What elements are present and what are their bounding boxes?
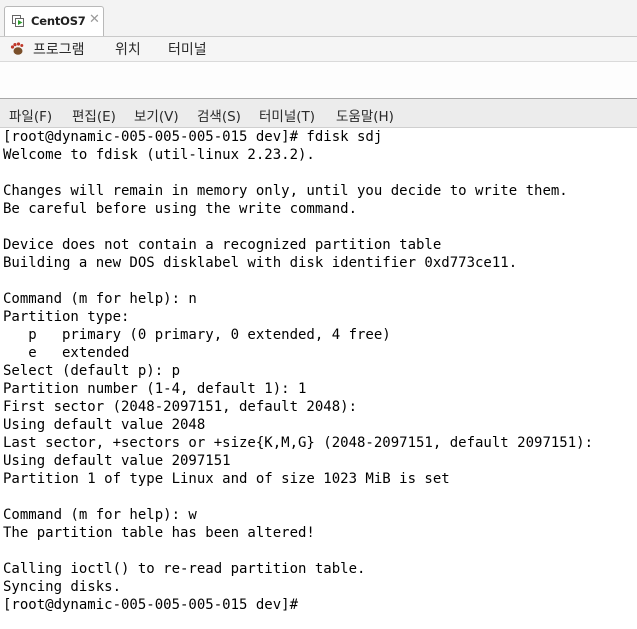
gnome-foot-icon xyxy=(10,42,24,55)
terminal-line: Partition 1 of type Linux and of size 10… xyxy=(3,471,450,487)
menu-help[interactable]: 도움말(H) xyxy=(336,105,394,125)
menu-search[interactable]: 검색(S) xyxy=(197,105,241,125)
terminal-line: Changes will remain in memory only, unti… xyxy=(3,183,568,199)
panel-menu-terminal[interactable]: 터미널 xyxy=(168,39,207,59)
terminal-line: Be careful before using the write comman… xyxy=(3,201,358,217)
terminal-line: Command (m for help): w xyxy=(3,507,197,523)
terminal-line: First sector (2048-2097151, default 2048… xyxy=(3,399,358,415)
terminal-line: Using default value 2048 xyxy=(3,417,206,433)
close-icon[interactable]: ✕ xyxy=(89,12,100,27)
terminal-line: Select (default p): p xyxy=(3,363,181,379)
terminal-line: e extended xyxy=(3,345,130,361)
terminal-prompt-line: [root@dynamic-005-005-005-015 dev]# xyxy=(3,597,299,613)
terminal-line: p primary (0 primary, 0 extended, 4 free… xyxy=(3,327,391,343)
terminal-line: Building a new DOS disklabel with disk i… xyxy=(3,255,518,271)
vm-icon xyxy=(12,15,24,27)
terminal-line: Calling ioctl() to re-read partition tab… xyxy=(3,561,366,577)
terminal-line: The partition table has been altered! xyxy=(3,525,315,541)
panel-menu-places[interactable]: 위치 xyxy=(115,39,141,59)
vm-tab-label: CentOS7 xyxy=(31,14,86,28)
terminal-line: Partition type: xyxy=(3,309,130,325)
vm-tab-strip: CentOS7 ✕ xyxy=(0,0,637,37)
terminal-line: Device does not contain a recognized par… xyxy=(3,237,442,253)
terminal-output[interactable]: [root@dynamic-005-005-005-015 dev]# fdis… xyxy=(0,128,637,629)
gnome-top-panel: 프로그램 위치 터미널 xyxy=(0,37,637,62)
menu-view[interactable]: 보기(V) xyxy=(134,105,179,125)
terminal-line: Syncing disks. xyxy=(3,579,122,595)
terminal-line: Using default value 2097151 xyxy=(3,453,231,469)
terminal-line: Welcome to fdisk (util-linux 2.23.2). xyxy=(3,147,315,163)
terminal-line: [root@dynamic-005-005-005-015 dev]# fdis… xyxy=(3,129,383,145)
terminal-line: Command (m for help): n xyxy=(3,291,197,307)
vm-tab-centos7[interactable]: CentOS7 ✕ xyxy=(4,6,104,36)
terminal-menubar: 파일(F) 편집(E) 보기(V) 검색(S) 터미널(T) 도움말(H) xyxy=(0,99,637,128)
menu-terminal[interactable]: 터미널(T) xyxy=(259,105,315,125)
terminal-line: Partition number (1-4, default 1): 1 xyxy=(3,381,307,397)
panel-menu-applications[interactable]: 프로그램 xyxy=(33,39,85,59)
menu-edit[interactable]: 편집(E) xyxy=(72,105,116,125)
menu-file[interactable]: 파일(F) xyxy=(9,105,52,125)
terminal-line: Last sector, +sectors or +size{K,M,G} (2… xyxy=(3,435,594,451)
panel-spacer xyxy=(0,62,637,99)
